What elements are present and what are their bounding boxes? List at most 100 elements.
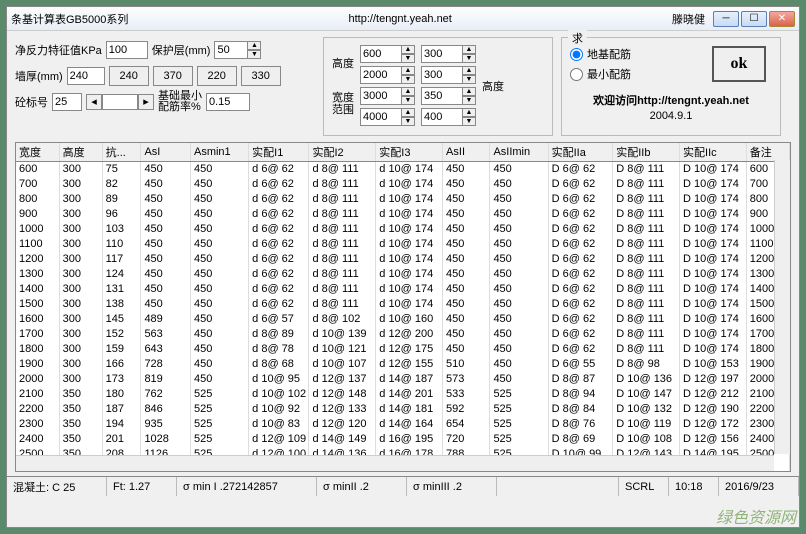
- spin-up[interactable]: ▲: [401, 66, 415, 75]
- table-row[interactable]: 1700300152563450d 8@ 89d 10@ 139d 12@ 20…: [16, 327, 790, 342]
- spin-left-3[interactable]: [360, 108, 402, 126]
- spin-up[interactable]: ▲: [401, 87, 415, 96]
- conc-input[interactable]: [52, 93, 82, 111]
- status-smin1: σ min I .272142857: [177, 477, 317, 496]
- conc-scroll[interactable]: ◂▸: [86, 94, 154, 110]
- cover-input[interactable]: [214, 41, 248, 59]
- table-row[interactable]: 1900300166728450d 8@ 68d 10@ 107d 12@ 15…: [16, 357, 790, 372]
- table-row[interactable]: 2300350194935525d 10@ 83d 12@ 120d 14@ 1…: [16, 417, 790, 432]
- table-row[interactable]: 1100300110450450d 6@ 62d 8@ 111d 10@ 174…: [16, 237, 790, 252]
- col-header[interactable]: AsII: [443, 143, 490, 162]
- minrate-label: 基础最小 配筋率%: [158, 91, 202, 113]
- col-header[interactable]: 宽度: [16, 143, 59, 162]
- radio-min-label: 最小配筋: [587, 66, 631, 82]
- minrate-input[interactable]: [206, 93, 250, 111]
- wall-btn-1[interactable]: 370: [153, 66, 193, 86]
- status-smin3: σ minIII .2: [407, 477, 497, 496]
- result-table: 宽度高度抗...AsIAsmin1实配I1实配I2实配I3AsIIAsIImin…: [15, 142, 791, 472]
- status-time: 10:18: [669, 477, 719, 496]
- table-row[interactable]: 1200300117450450d 6@ 62d 8@ 111d 10@ 174…: [16, 252, 790, 267]
- spin-down[interactable]: ▼: [401, 54, 415, 63]
- spin-right-2[interactable]: [421, 87, 463, 105]
- table-row[interactable]: 2100350180762525d 10@ 102d 12@ 148d 14@ …: [16, 387, 790, 402]
- spin-left-2[interactable]: [360, 87, 402, 105]
- table-row[interactable]: 90030096450450d 6@ 62d 8@ 111d 10@ 17445…: [16, 207, 790, 222]
- col-header[interactable]: 实配IIb: [613, 143, 680, 162]
- maximize-button[interactable]: ☐: [741, 11, 767, 27]
- spin-right-0[interactable]: [421, 45, 463, 63]
- table-row[interactable]: 80030089450450d 6@ 62d 8@ 111d 10@ 17445…: [16, 192, 790, 207]
- table-row[interactable]: 1500300138450450d 6@ 62d 8@ 111d 10@ 174…: [16, 297, 790, 312]
- close-button[interactable]: ✕: [769, 11, 795, 27]
- col-header[interactable]: 实配IIc: [680, 143, 747, 162]
- table-row[interactable]: 1800300159643450d 8@ 78d 10@ 121d 12@ 17…: [16, 342, 790, 357]
- spin-down[interactable]: ▼: [462, 117, 476, 126]
- spin-left-1[interactable]: [360, 66, 402, 84]
- spin-down[interactable]: ▼: [462, 75, 476, 84]
- radio-foundation-label: 地基配筋: [587, 46, 631, 62]
- spin-right-3[interactable]: [421, 108, 463, 126]
- col-header[interactable]: 实配I2: [309, 143, 376, 162]
- left-form: 净反力特征值KPa 保护层(mm) ▲▼ 墙厚(mm) 240 370 220 …: [15, 35, 315, 136]
- spin-down[interactable]: ▼: [247, 50, 261, 59]
- spin-left-0[interactable]: [360, 45, 402, 63]
- radio-min[interactable]: [570, 68, 583, 81]
- status-ft: Ft: 1.27: [107, 477, 177, 496]
- spin-up[interactable]: ▲: [462, 45, 476, 54]
- table-row[interactable]: 24003502011028525d 12@ 109d 14@ 149d 16@…: [16, 432, 790, 447]
- width-range-label: 宽度 范围: [332, 92, 354, 116]
- wall-btn-0[interactable]: 240: [109, 66, 149, 86]
- vertical-scrollbar[interactable]: [774, 160, 790, 454]
- col-header[interactable]: 备注: [746, 143, 789, 162]
- spin-right-1[interactable]: [421, 66, 463, 84]
- spin-up[interactable]: ▲: [247, 41, 261, 50]
- spin-down[interactable]: ▼: [401, 96, 415, 105]
- welcome-text: 欢迎访问http://tengnt.yeah.net: [570, 92, 772, 108]
- range-group: 高度 宽度 范围 ▲▼▲▼▲▼▲▼ ▲▼▲▼▲▼▲▼ 高度: [323, 37, 553, 136]
- table-row[interactable]: 2000300173819450d 10@ 95d 12@ 137d 14@ 1…: [16, 372, 790, 387]
- col-header[interactable]: 高度: [59, 143, 102, 162]
- side-label: 高度: [482, 78, 504, 94]
- minimize-button[interactable]: ─: [713, 11, 739, 27]
- wall-btn-3[interactable]: 330: [241, 66, 281, 86]
- table-row[interactable]: 2200350187846525d 10@ 92d 12@ 133d 14@ 1…: [16, 402, 790, 417]
- col-header[interactable]: 实配IIa: [548, 143, 613, 162]
- horizontal-scrollbar[interactable]: [16, 455, 774, 471]
- status-bar: 混凝土: C 25 Ft: 1.27 σ min I .272142857 σ …: [7, 476, 799, 496]
- conc-label: 砼标号: [15, 94, 48, 110]
- cover-label: 保护层(mm): [152, 42, 211, 58]
- height-label: 高度: [332, 55, 354, 71]
- radio-foundation[interactable]: [570, 48, 583, 61]
- wall-btn-2[interactable]: 220: [197, 66, 237, 86]
- kpa-input[interactable]: [106, 41, 148, 59]
- spin-down[interactable]: ▼: [462, 54, 476, 63]
- window-author: 滕晓健: [672, 11, 705, 27]
- spin-up[interactable]: ▲: [462, 108, 476, 117]
- table-row[interactable]: 1400300131450450d 6@ 62d 8@ 111d 10@ 174…: [16, 282, 790, 297]
- col-header[interactable]: 抗...: [102, 143, 141, 162]
- spin-up[interactable]: ▲: [462, 66, 476, 75]
- col-header[interactable]: 实配I1: [249, 143, 309, 162]
- status-scrl: SCRL: [619, 477, 669, 496]
- table-row[interactable]: 60030075450450d 6@ 62d 8@ 111d 10@ 17445…: [16, 162, 790, 177]
- app-window: 条基计算表GB5000系列 http://tengnt.yeah.net 滕晓健…: [6, 6, 800, 528]
- col-header[interactable]: AsIImin: [490, 143, 548, 162]
- wall-input[interactable]: [67, 67, 105, 85]
- spin-down[interactable]: ▼: [401, 117, 415, 126]
- table-row[interactable]: 1000300103450450d 6@ 62d 8@ 111d 10@ 174…: [16, 222, 790, 237]
- spin-up[interactable]: ▲: [401, 108, 415, 117]
- spin-down[interactable]: ▼: [462, 96, 476, 105]
- ok-button[interactable]: ok: [712, 46, 766, 82]
- kpa-label: 净反力特征值KPa: [15, 42, 102, 58]
- spin-down[interactable]: ▼: [401, 75, 415, 84]
- table-row[interactable]: 1300300124450450d 6@ 62d 8@ 111d 10@ 174…: [16, 267, 790, 282]
- spin-up[interactable]: ▲: [462, 87, 476, 96]
- spin-up[interactable]: ▲: [401, 45, 415, 54]
- col-header[interactable]: AsI: [141, 143, 191, 162]
- col-header[interactable]: 实配I3: [376, 143, 443, 162]
- status-smin2: σ minII .2: [317, 477, 407, 496]
- status-concrete: 混凝土: C 25: [7, 477, 107, 496]
- table-row[interactable]: 1600300145489450d 6@ 57d 8@ 102d 10@ 160…: [16, 312, 790, 327]
- col-header[interactable]: Asmin1: [190, 143, 248, 162]
- table-row[interactable]: 70030082450450d 6@ 62d 8@ 111d 10@ 17445…: [16, 177, 790, 192]
